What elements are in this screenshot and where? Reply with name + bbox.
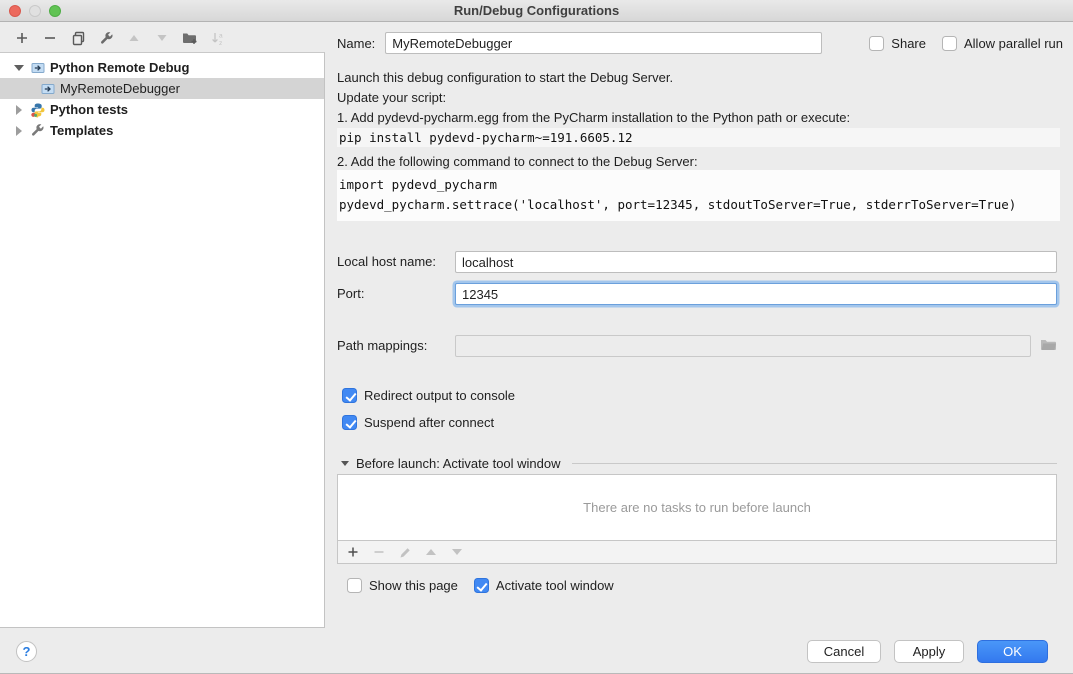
path-mappings-label: Path mappings:: [337, 335, 427, 357]
tree-item-label: MyRemoteDebugger: [60, 81, 180, 96]
configurations-tree: Python Remote Debug MyRemoteDebugger Pyt…: [0, 52, 325, 628]
local-host-row: Local host name:: [337, 251, 1057, 273]
allow-parallel-run-label: Allow parallel run: [964, 36, 1063, 51]
svg-text:a: a: [219, 32, 223, 39]
name-row: Name: Share Allow parallel run: [337, 32, 1063, 54]
code-line-settrace: pydevd_pycharm.settrace('localhost', por…: [339, 195, 1058, 215]
footer-options: Show this page Activate tool window: [347, 578, 614, 593]
local-host-input[interactable]: [455, 251, 1057, 273]
chevron-down-icon[interactable]: [14, 65, 24, 71]
pip-install-command: pip install pydevd-pycharm~=191.6605.12: [337, 128, 1060, 147]
configurations-toolbar: az: [14, 24, 226, 52]
checkbox-icon[interactable]: [342, 415, 357, 430]
checkbox-icon[interactable]: [474, 578, 489, 593]
checkbox-icon[interactable]: [869, 36, 884, 51]
show-this-page-checkbox[interactable]: Show this page: [347, 578, 458, 593]
instruction-line-2: Update your script:: [337, 88, 446, 108]
path-mappings-row: Path mappings:: [337, 335, 1057, 357]
apply-button[interactable]: Apply: [894, 640, 964, 663]
tree-item-label: Templates: [50, 123, 113, 138]
title-bar: Run/Debug Configurations: [0, 0, 1073, 22]
settrace-code-block: import pydevd_pycharm pydevd_pycharm.set…: [337, 170, 1060, 221]
share-label: Share: [891, 36, 926, 51]
checkbox-icon[interactable]: [942, 36, 957, 51]
help-button[interactable]: ?: [16, 641, 37, 662]
tree-item-python-tests[interactable]: Python tests: [0, 99, 324, 120]
share-checkbox[interactable]: Share: [869, 36, 926, 51]
instruction-step-2: 2. Add the following command to connect …: [337, 152, 698, 172]
before-launch-empty-text: There are no tasks to run before launch: [583, 500, 811, 515]
separator-line: [572, 463, 1057, 464]
remove-icon: [372, 545, 386, 559]
instruction-step-1: 1. Add pydevd-pycharm.egg from the PyCha…: [337, 108, 850, 128]
move-up-icon: [126, 30, 142, 46]
before-launch-toolbar: [337, 541, 1057, 564]
redirect-output-checkbox[interactable]: Redirect output to console: [342, 388, 515, 403]
move-down-icon: [450, 545, 464, 559]
tree-item-myremotedebugger[interactable]: MyRemoteDebugger: [0, 78, 324, 99]
code-line-import: import pydevd_pycharm: [339, 175, 1058, 195]
before-launch-task-list[interactable]: There are no tasks to run before launch: [337, 474, 1057, 541]
suspend-after-connect-label: Suspend after connect: [364, 415, 494, 430]
cancel-button[interactable]: Cancel: [807, 640, 881, 663]
port-row: Port:: [337, 283, 1057, 305]
tree-item-label: Python tests: [50, 102, 128, 117]
edit-pencil-icon: [398, 545, 412, 559]
show-this-page-label: Show this page: [369, 578, 458, 593]
redirect-output-label: Redirect output to console: [364, 388, 515, 403]
remote-debug-config-icon: [40, 81, 56, 97]
checkbox-icon[interactable]: [347, 578, 362, 593]
before-launch-header[interactable]: Before launch: Activate tool window: [341, 456, 1057, 471]
remote-debug-config-icon: [30, 60, 46, 76]
python-tests-icon: [30, 102, 46, 118]
ok-button[interactable]: OK: [977, 640, 1048, 663]
port-input[interactable]: [455, 283, 1057, 305]
copy-icon[interactable]: [70, 30, 86, 46]
move-down-icon: [154, 30, 170, 46]
instruction-line-1: Launch this debug configuration to start…: [337, 68, 673, 88]
tree-item-label: Python Remote Debug: [50, 60, 189, 75]
move-up-icon: [424, 545, 438, 559]
edit-defaults-wrench-icon[interactable]: [98, 30, 114, 46]
checkbox-icon[interactable]: [342, 388, 357, 403]
chevron-right-icon[interactable]: [14, 126, 24, 136]
remove-icon[interactable]: [42, 30, 58, 46]
add-icon[interactable]: [346, 545, 360, 559]
before-launch-title: Before launch: Activate tool window: [356, 456, 561, 471]
local-host-label: Local host name:: [337, 251, 436, 273]
allow-parallel-run-checkbox[interactable]: Allow parallel run: [942, 36, 1063, 51]
chevron-down-icon[interactable]: [341, 461, 349, 466]
port-label: Port:: [337, 283, 364, 305]
tree-item-templates[interactable]: Templates: [0, 120, 324, 141]
window-title: Run/Debug Configurations: [0, 3, 1073, 18]
suspend-after-connect-checkbox[interactable]: Suspend after connect: [342, 415, 494, 430]
tree-item-python-remote-debug[interactable]: Python Remote Debug: [0, 57, 324, 78]
sort-alphabetically-icon: az: [210, 30, 226, 46]
name-input[interactable]: [385, 32, 822, 54]
name-label: Name:: [337, 36, 375, 51]
browse-folder-icon[interactable]: [1040, 338, 1057, 355]
question-mark-icon: ?: [23, 644, 31, 659]
chevron-right-icon[interactable]: [14, 105, 24, 115]
svg-text:z: z: [219, 40, 222, 46]
wrench-icon: [30, 123, 46, 139]
path-mappings-input[interactable]: [455, 335, 1031, 357]
activate-tool-window-checkbox[interactable]: Activate tool window: [474, 578, 614, 593]
new-folder-icon[interactable]: [182, 30, 198, 46]
add-icon[interactable]: [14, 30, 30, 46]
activate-tool-window-label: Activate tool window: [496, 578, 614, 593]
